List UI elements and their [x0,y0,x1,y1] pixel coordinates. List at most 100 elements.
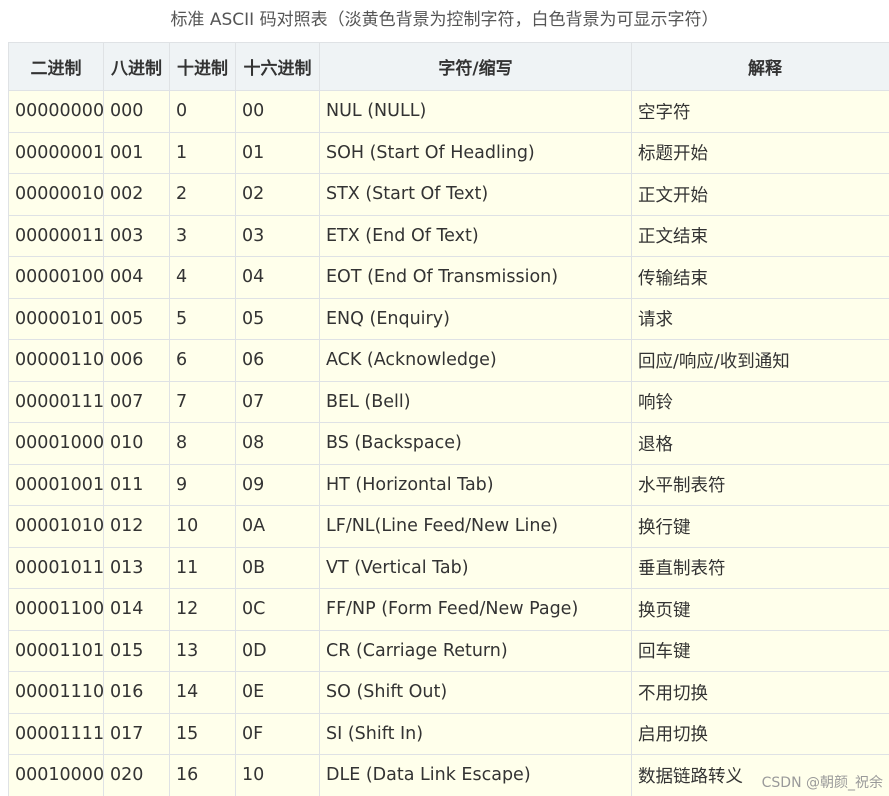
cell-decimal: 4 [169,256,236,299]
cell-hex: 0C [235,588,320,631]
cell-explanation: 退格 [631,422,889,465]
cell-octal: 003 [103,214,170,257]
cell-octal: 015 [103,629,170,672]
cell-decimal: 7 [169,380,236,423]
cell-char-abbr: BS (Backspace) [319,422,632,465]
cell-hex: 0A [235,505,320,548]
cell-char-abbr: BEL (Bell) [319,380,632,423]
cell-binary: 00001100 [8,588,104,631]
header-row: 二进制 八进制 十进制 十六进制 字符/缩写 解释 [8,42,889,91]
cell-hex: 07 [235,380,320,423]
cell-hex: 0F [235,712,320,755]
table-row: 00001111 017 15 0F SI (Shift In) 启用切换 [8,712,889,755]
cell-binary: 00000011 [8,214,104,257]
cell-char-abbr: STX (Start Of Text) [319,173,632,216]
table-row: 00001101 015 13 0D CR (Carriage Return) 回车键 [8,629,889,672]
cell-binary: 00000111 [8,380,104,423]
cell-explanation: 换页键 [631,588,889,631]
table-row: 00000100 004 4 04 EOT (End Of Transmission) 传… [8,256,889,299]
cell-char-abbr: HT (Horizontal Tab) [319,463,632,506]
cell-binary: 00001111 [8,712,104,755]
cell-char-abbr: FF/NP (Form Feed/New Page) [319,588,632,631]
cell-char-abbr: ETX (End Of Text) [319,214,632,257]
cell-char-abbr: NUL (NULL) [319,90,632,133]
cell-hex: 0B [235,546,320,589]
header-decimal: 十进制 [169,42,236,91]
cell-binary: 00001000 [8,422,104,465]
cell-decimal: 9 [169,463,236,506]
cell-hex: 04 [235,256,320,299]
table-body: 00000000 000 0 00 NUL (NULL) 空字符 00000001 001 1 0… [8,90,889,796]
cell-hex: 00 [235,90,320,133]
cell-hex: 05 [235,297,320,340]
cell-hex: 06 [235,339,320,382]
cell-octal: 005 [103,297,170,340]
header-char-abbr: 字符/缩写 [319,42,632,91]
cell-char-abbr: ACK (Acknowledge) [319,339,632,382]
cell-hex: 10 [235,754,320,796]
cell-char-abbr: LF/NL(Line Feed/New Line) [319,505,632,548]
cell-explanation: 回车键 [631,629,889,672]
table-row: 00001011 013 11 0B VT (Vertical Tab) 垂直制表符 [8,546,889,589]
cell-octal: 006 [103,339,170,382]
cell-char-abbr: SI (Shift In) [319,712,632,755]
cell-decimal: 10 [169,505,236,548]
cell-octal: 001 [103,131,170,174]
cell-decimal: 16 [169,754,236,796]
cell-decimal: 5 [169,297,236,340]
cell-decimal: 3 [169,214,236,257]
cell-explanation: 响铃 [631,380,889,423]
cell-explanation: 空字符 [631,90,889,133]
table-header: 二进制 八进制 十进制 十六进制 字符/缩写 解释 [8,42,889,91]
table-row: 00000000 000 0 00 NUL (NULL) 空字符 [8,90,889,133]
cell-hex: 01 [235,131,320,174]
cell-explanation: 换行键 [631,505,889,548]
table-row: 00000111 007 7 07 BEL (Bell) 响铃 [8,380,889,423]
table-row: 00000001 001 1 01 SOH (Start Of Headling) 标题开… [8,131,889,174]
table-row: 00001001 011 9 09 HT (Horizontal Tab) 水平制表符 [8,463,889,506]
cell-decimal: 6 [169,339,236,382]
cell-explanation: 不用切换 [631,671,889,714]
cell-octal: 004 [103,256,170,299]
table-row: 00000011 003 3 03 ETX (End Of Text) 正文结束 [8,214,889,257]
cell-octal: 016 [103,671,170,714]
cell-decimal: 2 [169,173,236,216]
cell-char-abbr: EOT (End Of Transmission) [319,256,632,299]
cell-octal: 010 [103,422,170,465]
cell-hex: 09 [235,463,320,506]
cell-explanation: 水平制表符 [631,463,889,506]
cell-octal: 020 [103,754,170,796]
cell-binary: 00010000 [8,754,104,796]
cell-decimal: 8 [169,422,236,465]
cell-explanation: 请求 [631,297,889,340]
cell-explanation: 标题开始 [631,131,889,174]
cell-octal: 017 [103,712,170,755]
cell-binary: 00001010 [8,505,104,548]
cell-binary: 00000001 [8,131,104,174]
cell-binary: 00001011 [8,546,104,589]
header-binary: 二进制 [8,42,104,91]
cell-hex: 03 [235,214,320,257]
cell-octal: 000 [103,90,170,133]
cell-decimal: 12 [169,588,236,631]
cell-char-abbr: VT (Vertical Tab) [319,546,632,589]
ascii-table: 二进制 八进制 十进制 十六进制 字符/缩写 解释 00000000 000 0 00… [8,42,889,796]
cell-decimal: 13 [169,629,236,672]
cell-char-abbr: CR (Carriage Return) [319,629,632,672]
cell-binary: 00001001 [8,463,104,506]
table-row: 00000110 006 6 06 ACK (Acknowledge) 回应/响应/收到通… [8,339,889,382]
cell-decimal: 14 [169,671,236,714]
cell-binary: 00000110 [8,339,104,382]
cell-decimal: 11 [169,546,236,589]
csdn-watermark: CSDN @朝颜_祝余 [759,772,885,792]
header-explanation: 解释 [631,42,889,91]
cell-char-abbr: DLE (Data Link Escape) [319,754,632,796]
cell-explanation: 回应/响应/收到通知 [631,339,889,382]
cell-hex: 0D [235,629,320,672]
cell-char-abbr: SO (Shift Out) [319,671,632,714]
cell-binary: 00000101 [8,297,104,340]
cell-explanation: 垂直制表符 [631,546,889,589]
cell-char-abbr: SOH (Start Of Headling) [319,131,632,174]
table-row: 00001100 014 12 0C FF/NP (Form Feed/New Page… [8,588,889,631]
cell-binary: 00001110 [8,671,104,714]
